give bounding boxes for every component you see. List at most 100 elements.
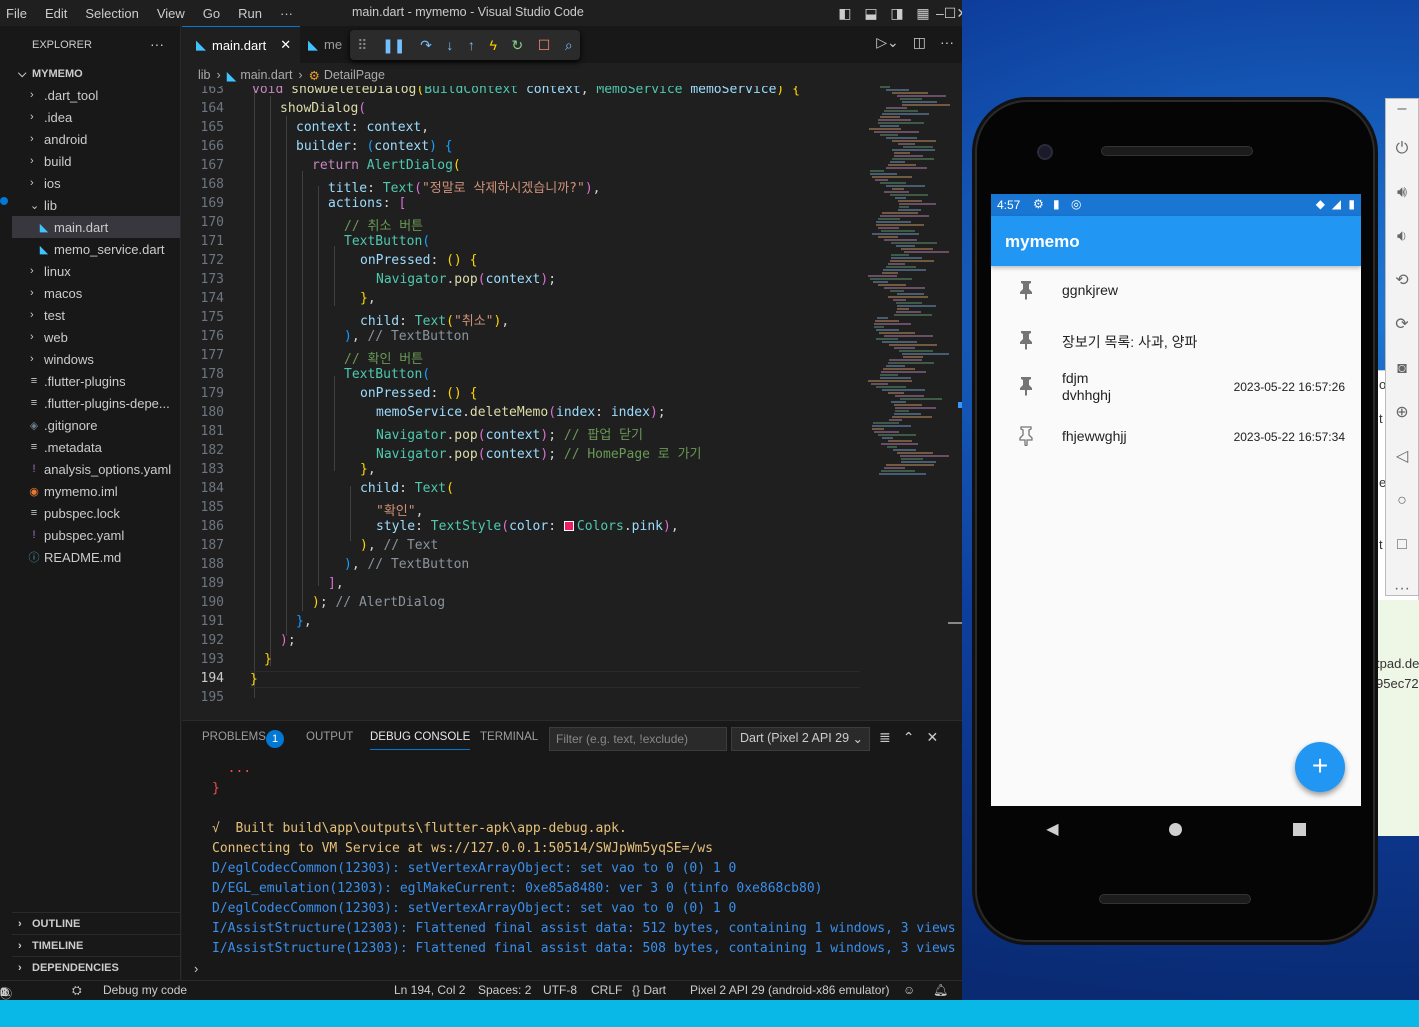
close-panel-icon[interactable]: ✕ [926, 729, 938, 746]
more-actions-icon[interactable]: ··· [150, 36, 164, 52]
encoding[interactable]: UTF-8 [543, 983, 577, 997]
indentation[interactable]: Spaces: 2 [478, 983, 531, 997]
minimap[interactable] [868, 86, 958, 506]
tree-item[interactable]: › build [12, 150, 180, 172]
tree-item[interactable]: ≡ .flutter-plugins [12, 370, 180, 392]
menu-go[interactable]: Go [203, 6, 220, 21]
tree-item[interactable]: ◉ mymemo.iml [12, 480, 180, 502]
device-status[interactable]: Pixel 2 API 29 (android-x86 emulator) [690, 983, 889, 997]
stop-icon[interactable]: ☐ [538, 37, 551, 54]
pin-filled-icon[interactable] [1019, 376, 1033, 396]
tree-item[interactable]: ≡ .flutter-plugins-depe... [12, 392, 180, 414]
pin-filled-icon[interactable] [1019, 330, 1033, 350]
split-editor-icon[interactable]: ◫ [913, 34, 926, 51]
power-icon[interactable]: ⏻ [1386, 127, 1418, 171]
tree-item[interactable]: ! analysis_options.yaml [12, 458, 180, 480]
tree-item[interactable]: › linux [12, 260, 180, 282]
tab-memo-service[interactable]: ◣ me [308, 26, 348, 63]
timeline-section[interactable]: › TIMELINE [12, 934, 181, 956]
menu-selection[interactable]: Selection [85, 6, 138, 21]
filter-input[interactable]: Filter (e.g. text, !exclude) [549, 727, 727, 751]
tree-item[interactable]: › windows [12, 348, 180, 370]
more-icon[interactable]: ··· [1386, 567, 1418, 611]
toggle-secondary-sidebar-icon[interactable]: ◨ [884, 5, 910, 22]
console-prompt-icon[interactable]: › [194, 961, 198, 976]
language-mode[interactable]: {} Dart [632, 983, 666, 997]
breadcrumb-file[interactable]: main.dart [240, 68, 292, 82]
memo-list-item[interactable]: fhjewwghjj 2023-05-22 16:57:34 [991, 418, 1361, 464]
menu-file[interactable]: File [6, 6, 27, 21]
zoom-icon[interactable]: ⊕ [1386, 391, 1418, 435]
memo-list-item[interactable]: 장보기 목록: 사과, 양파 [991, 322, 1361, 368]
code-editor[interactable]: 163 164 165 166 167 168 169 170 171 172 173 174 175 1… [182, 86, 862, 720]
tree-item[interactable]: ◣ main.dart [12, 216, 180, 238]
bell-icon[interactable]: 🔔︎ [933, 983, 948, 997]
tree-item[interactable]: › .idea [12, 106, 180, 128]
editor-more-icon[interactable]: ··· [940, 34, 954, 51]
pause-icon[interactable]: ❚❚ [382, 37, 405, 54]
menu-view[interactable]: View [157, 6, 185, 21]
tab-terminal[interactable]: TERMINAL [480, 731, 538, 743]
tree-item[interactable]: › ios [12, 172, 180, 194]
volume-down-icon[interactable]: 🔉︎ [1386, 215, 1418, 259]
overview-icon[interactable]: □ [1386, 523, 1418, 567]
debug-session-select[interactable]: Dart (Pixel 2 API 29 ⌄ [731, 727, 870, 751]
add-memo-button[interactable]: + [1295, 742, 1345, 792]
home-icon[interactable]: ○ [1386, 479, 1418, 523]
breadcrumb-symbol[interactable]: DetailPage [324, 68, 385, 82]
tab-main-dart[interactable]: ◣ main.dart ✕ [182, 26, 300, 63]
toggle-panel-icon[interactable]: ⬓ [858, 5, 884, 22]
tree-item[interactable]: ◈ .gitignore [12, 414, 180, 436]
pin-outline-icon[interactable] [1019, 426, 1033, 447]
step-out-icon[interactable]: ↑ [468, 37, 475, 53]
camera-icon[interactable]: ◙ [1386, 347, 1418, 391]
clear-console-icon[interactable]: ≣ [879, 729, 891, 746]
tab-output[interactable]: OUTPUT [306, 731, 353, 743]
color-swatch-icon[interactable] [563, 521, 574, 531]
tree-item[interactable]: ⓘ README.md [12, 546, 180, 568]
tab-problems[interactable]: PROBLEMS [202, 731, 266, 743]
run-debug-indicator-icon[interactable] [0, 197, 8, 205]
debug-config-status[interactable]: Debug my code [103, 983, 187, 997]
dependencies-section[interactable]: › DEPENDENCIES [12, 956, 181, 978]
hot-reload-icon[interactable]: ϟ [489, 37, 496, 53]
tab-debug-console[interactable]: DEBUG CONSOLE [370, 731, 471, 750]
drag-handle-icon[interactable]: ⠿ [357, 37, 367, 54]
maximize-panel-icon[interactable]: ⌃ [903, 729, 915, 746]
restart-icon[interactable]: ↻ [511, 37, 523, 54]
menu-run[interactable]: Run [238, 6, 262, 21]
close-tab-icon[interactable]: ✕ [280, 37, 291, 53]
tree-item[interactable]: ◣ memo_service.dart [12, 238, 180, 260]
tree-item[interactable]: ≡ pubspec.lock [12, 502, 180, 524]
tree-item[interactable]: › android [12, 128, 180, 150]
memo-list-item[interactable]: fdjm dvhhghj 2023-05-22 16:57:26 [991, 368, 1361, 414]
customize-layout-icon[interactable]: ▦ [910, 5, 936, 22]
back-button-icon[interactable]: ◀ [1046, 819, 1058, 839]
toggle-sidebar-icon[interactable]: ◧ [832, 5, 858, 22]
step-over-icon[interactable]: ↷ [420, 37, 432, 54]
minimize-emulator-icon[interactable]: – [1386, 99, 1418, 127]
tree-item[interactable]: ≡ .metadata [12, 436, 180, 458]
eol[interactable]: CRLF [591, 983, 622, 997]
run-icon[interactable]: ▷⌄ [876, 34, 899, 51]
tree-item[interactable]: › macos [12, 282, 180, 304]
feedback-icon[interactable]: ☺ [903, 983, 915, 997]
close-window-icon[interactable]: ✕ [956, 5, 962, 22]
volume-up-icon[interactable]: 🔊︎ [1386, 171, 1418, 215]
rotate-left-icon[interactable]: ⟲ [1386, 259, 1418, 303]
rotate-right-icon[interactable]: ⟳ [1386, 303, 1418, 347]
tree-item[interactable]: › web [12, 326, 180, 348]
maximize-icon[interactable]: ☐ [944, 5, 957, 22]
tree-item[interactable]: › test [12, 304, 180, 326]
inspect-widget-icon[interactable]: ⌕ [565, 37, 573, 54]
menu-more[interactable]: ··· [280, 6, 293, 21]
tree-item[interactable]: ⌄ lib [12, 194, 180, 216]
back-icon[interactable]: ◁ [1386, 435, 1418, 479]
cursor-position[interactable]: Ln 194, Col 2 [394, 983, 465, 997]
tree-item[interactable]: ! pubspec.yaml [12, 524, 180, 546]
recents-button-icon[interactable] [1292, 822, 1306, 836]
menu-edit[interactable]: Edit [45, 6, 67, 21]
step-into-icon[interactable]: ↓ [446, 37, 453, 53]
pin-filled-icon[interactable] [1019, 280, 1033, 300]
project-folder[interactable]: ⌵ MYMEMO [12, 64, 180, 84]
